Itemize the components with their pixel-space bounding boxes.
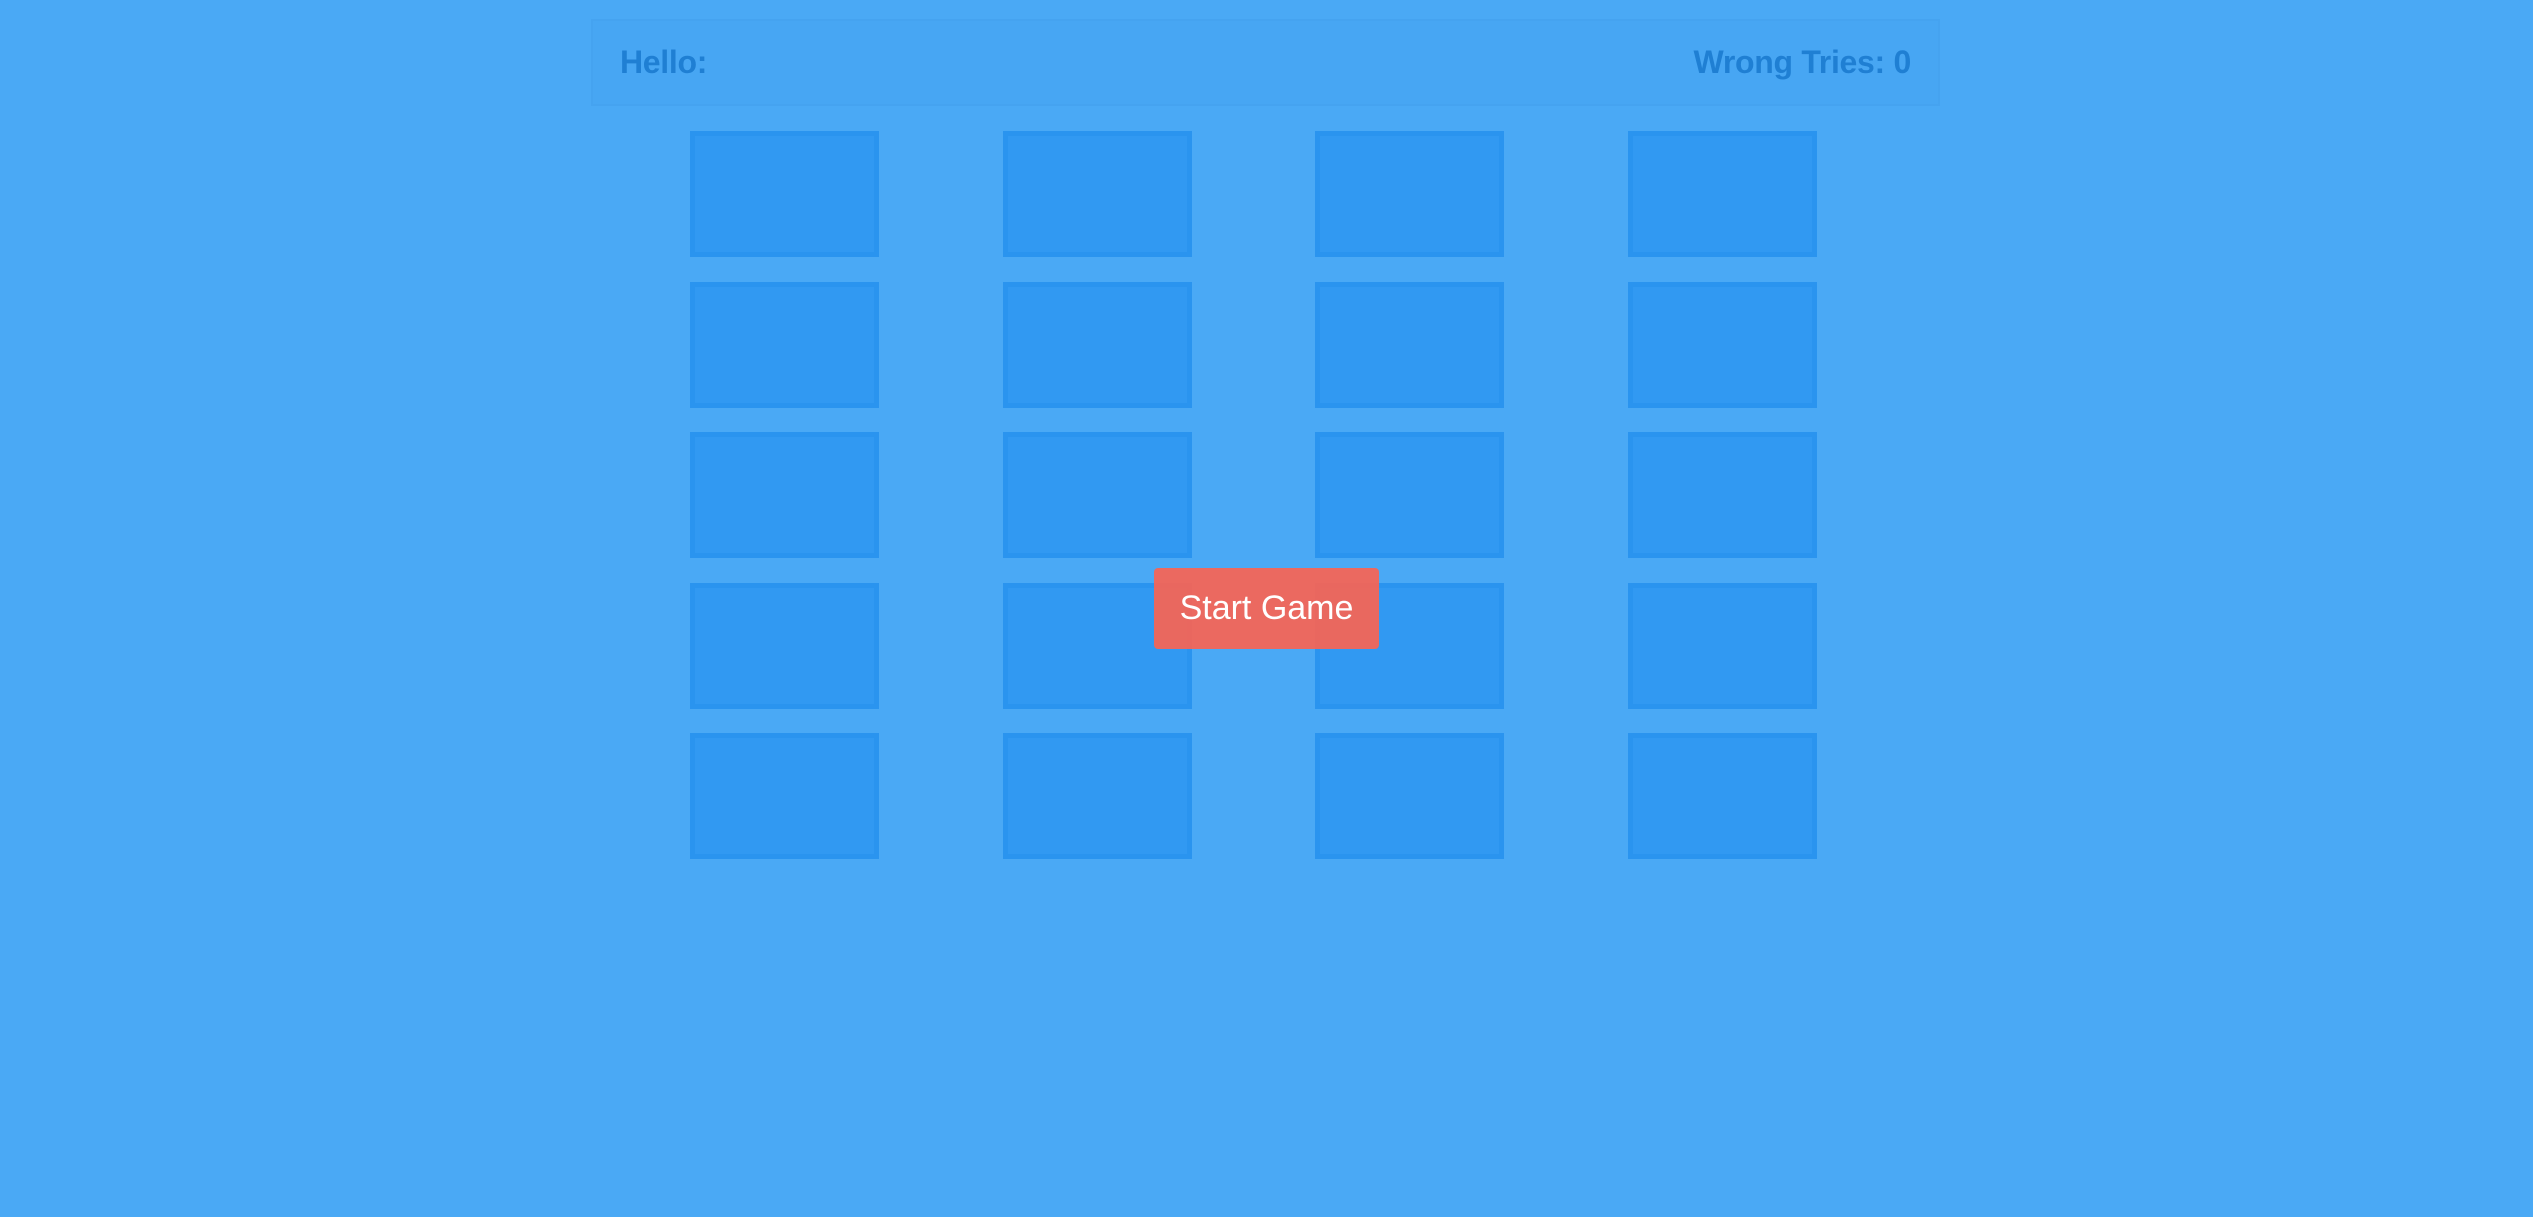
game-header: Hello: Wrong Tries: 0	[591, 19, 1940, 106]
memory-card[interactable]	[1628, 282, 1817, 408]
memory-card[interactable]	[1003, 282, 1192, 408]
memory-card[interactable]	[1315, 131, 1504, 257]
memory-card[interactable]	[1628, 131, 1817, 257]
memory-card[interactable]	[1003, 432, 1192, 558]
wrong-tries: Wrong Tries: 0	[1693, 44, 1912, 81]
memory-card[interactable]	[1003, 131, 1192, 257]
memory-card[interactable]	[1315, 733, 1504, 859]
start-game-button[interactable]: Start Game	[1154, 568, 1379, 649]
memory-card[interactable]	[1628, 733, 1817, 859]
memory-card[interactable]	[690, 131, 879, 257]
memory-card[interactable]	[1315, 432, 1504, 558]
memory-card[interactable]	[690, 583, 879, 709]
memory-card[interactable]	[690, 432, 879, 558]
memory-card[interactable]	[690, 733, 879, 859]
wrong-tries-label: Wrong Tries:	[1693, 44, 1886, 80]
memory-card[interactable]	[1628, 583, 1817, 709]
card-grid	[690, 131, 1817, 859]
greeting-label: Hello:	[620, 44, 708, 80]
memory-card[interactable]	[1315, 282, 1504, 408]
memory-card[interactable]	[1003, 733, 1192, 859]
memory-card[interactable]	[690, 282, 879, 408]
memory-card[interactable]	[1628, 432, 1817, 558]
wrong-tries-count: 0	[1893, 44, 1912, 80]
greeting: Hello:	[620, 44, 707, 81]
